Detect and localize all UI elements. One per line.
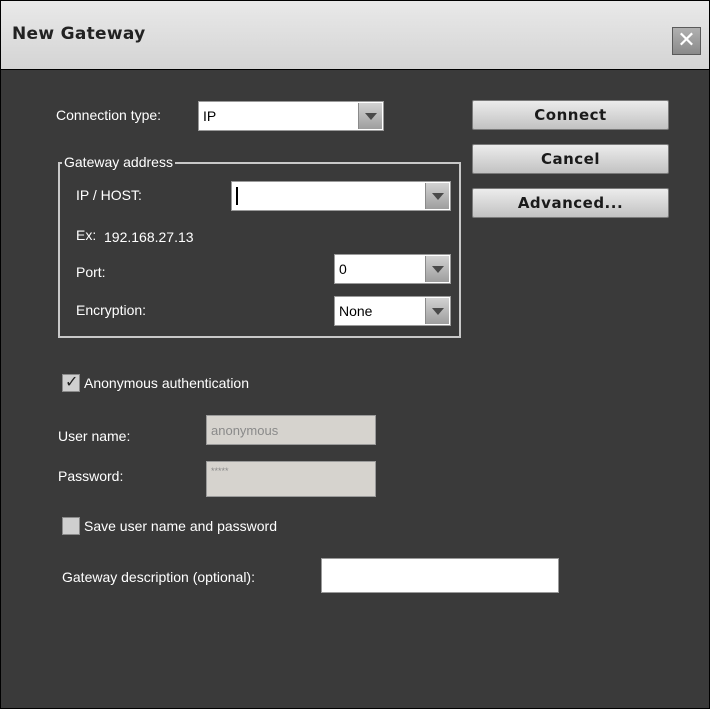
connection-type-select[interactable]: IP xyxy=(198,101,384,131)
chevron-down-icon[interactable] xyxy=(425,183,449,209)
password-label: Password: xyxy=(58,468,124,484)
ip-host-label: IP / HOST: xyxy=(76,187,142,203)
ip-host-combo[interactable] xyxy=(231,181,451,211)
example-label: Ex: xyxy=(76,227,97,243)
anonymous-auth-label: Anonymous authentication xyxy=(84,375,249,391)
password-value: ***** xyxy=(211,466,229,476)
chevron-down-icon[interactable] xyxy=(425,298,449,324)
port-label: Port: xyxy=(76,264,106,280)
chevron-down-icon[interactable] xyxy=(358,103,382,129)
connect-button[interactable]: Connect xyxy=(472,100,669,130)
username-label: User name: xyxy=(58,428,131,444)
gateway-address-legend: Gateway address xyxy=(62,154,175,170)
password-field[interactable]: ***** xyxy=(206,461,376,497)
close-button[interactable]: ✕ xyxy=(672,27,701,55)
close-icon: ✕ xyxy=(677,28,696,53)
advanced-button[interactable]: Advanced... xyxy=(472,188,669,218)
encryption-label: Encryption: xyxy=(76,302,147,318)
description-label: Gateway description (optional): xyxy=(62,569,255,585)
title-bar[interactable]: New Gateway ✕ xyxy=(1,1,709,70)
connection-type-label: Connection type: xyxy=(56,107,162,123)
encryption-select[interactable]: None xyxy=(334,296,451,326)
save-credentials-checkbox[interactable] xyxy=(62,517,80,535)
port-combo[interactable]: 0 xyxy=(334,254,451,284)
port-value: 0 xyxy=(339,261,347,277)
text-caret xyxy=(236,187,238,205)
username-field[interactable]: anonymous xyxy=(206,415,376,445)
chevron-down-icon[interactable] xyxy=(425,256,449,282)
anonymous-auth-checkbox[interactable]: ✓ xyxy=(62,374,80,392)
example-value: 192.168.27.13 xyxy=(104,229,194,245)
new-gateway-dialog: New Gateway ✕ Connection type: IP Connec… xyxy=(0,0,710,709)
checkmark-icon: ✓ xyxy=(65,374,79,391)
connection-type-value: IP xyxy=(203,108,217,124)
save-credentials-label: Save user name and password xyxy=(84,518,277,534)
encryption-value: None xyxy=(339,303,373,319)
username-value: anonymous xyxy=(211,423,279,438)
cancel-button[interactable]: Cancel xyxy=(472,144,669,174)
description-field[interactable] xyxy=(321,558,559,593)
window-title: New Gateway xyxy=(12,24,146,44)
